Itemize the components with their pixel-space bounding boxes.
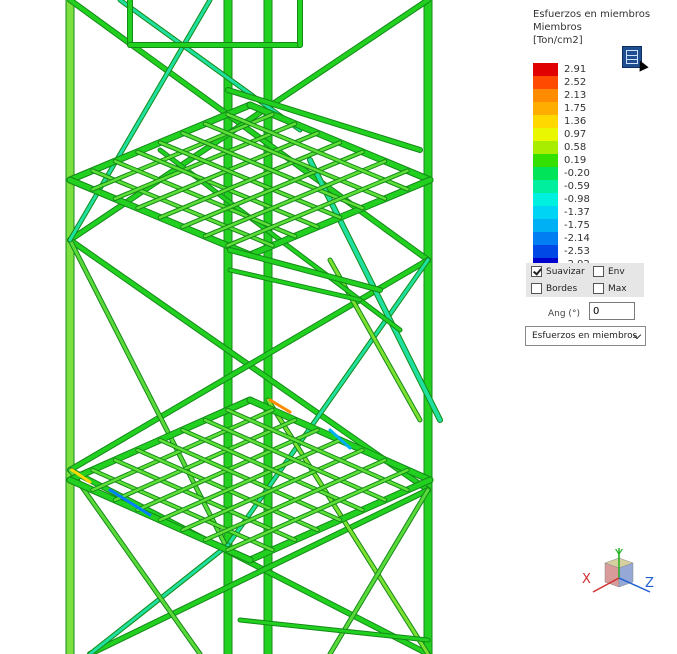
suavizar-label: Suavizar [546,267,585,277]
legend-title: Esfuerzos en miembros [533,9,651,20]
max-label: Max [608,284,627,294]
legend-subtitle: Miembros [533,22,582,33]
scale-value: -1.75 [564,220,590,231]
scale-value: -2.53 [564,246,590,257]
max-checkbox[interactable] [593,283,604,294]
bordes-label: Bordes [546,284,578,294]
scale-value: 1.75 [564,103,587,114]
scale-value: -1.37 [564,207,590,218]
diagonal-brace [68,468,202,654]
scale-swatch [533,219,558,232]
scale-value: 2.91 [564,64,587,75]
scale-value: -2.14 [564,233,590,244]
scale-swatch [533,245,558,258]
env-checkbox[interactable] [593,266,604,277]
scale-swatch [533,102,558,115]
stress-legend: Esfuerzos en miembros Miembros [Ton/cm2]… [526,8,656,271]
scale-swatch [533,154,558,167]
scale-swatch [533,180,558,193]
scale-value: -0.59 [564,181,590,192]
z-axis-label: Z [645,576,654,591]
scale-value: 0.97 [564,129,587,140]
scale-swatch [533,63,558,76]
scale-swatch [533,89,558,102]
suavizar-checkbox[interactable] [531,266,542,277]
scale-value: 1.36 [564,116,587,127]
scale-value: 2.52 [564,77,587,88]
axis-triad: Y X Z [582,548,654,593]
x-axis-label: X [582,572,591,587]
env-label: Env [608,267,625,277]
scale-value: -0.20 [564,168,590,179]
angle-label: Ang (°) [548,309,580,319]
scale-value: 0.58 [564,142,587,153]
angle-input[interactable] [589,302,635,320]
scale-swatch [533,232,558,245]
scale-swatch [533,193,558,206]
scale-swatch [533,141,558,154]
display-options: Suavizar Env Bordes Max [526,263,644,297]
scale-value: 0.19 [564,155,587,166]
bordes-checkbox[interactable] [531,283,542,294]
scale-value: 2.13 [564,90,587,101]
scale-value: -0.98 [564,194,590,205]
scale-swatch [533,128,558,141]
scale-swatch [533,206,558,219]
scale-swatch [533,167,558,180]
result-type-value: Esfuerzos en miembros [532,331,638,341]
result-type-select[interactable]: Esfuerzos en miembros [525,326,646,346]
scale-swatch [533,76,558,89]
scale-swatch [533,115,558,128]
y-axis-label: Y [614,548,623,563]
